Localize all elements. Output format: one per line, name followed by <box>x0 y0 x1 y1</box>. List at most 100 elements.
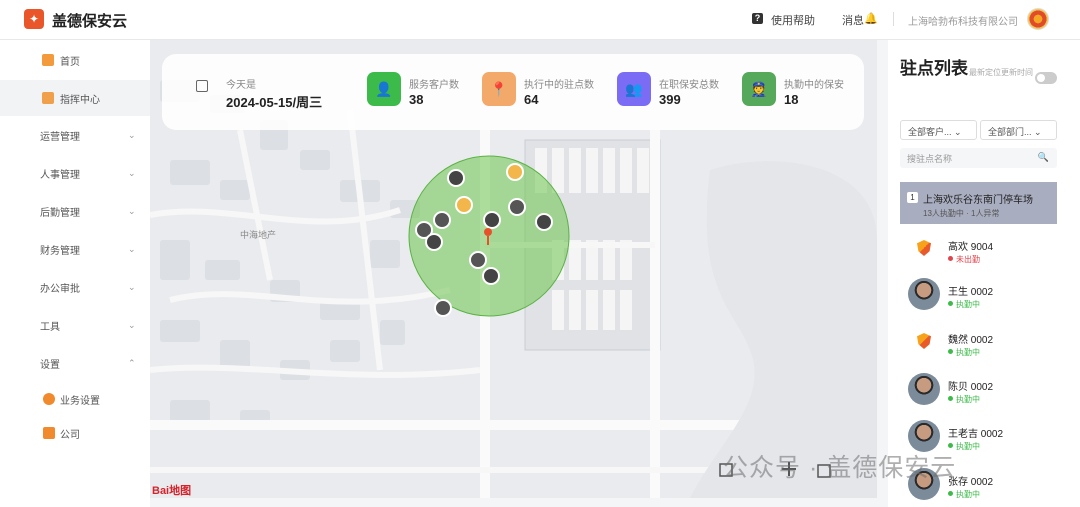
sidebar-item-label: 设置 <box>40 359 60 371</box>
chevron-down-icon: ⌄ <box>128 129 136 140</box>
sidebar-item-label: 财务管理 <box>40 245 80 257</box>
stat-label: 执勤中的保安 <box>784 80 844 91</box>
watermark: 公众号 · 盖德保安云 <box>723 454 957 482</box>
guard-item[interactable]: 魏然 0002 执勤中 <box>908 326 1058 370</box>
chevron-up-icon: ⌃ <box>128 357 136 368</box>
search-placeholder: 搜驻点名称 <box>907 154 953 164</box>
status-dot-icon <box>948 491 953 496</box>
guard-status-text: 执勤中 <box>956 490 980 499</box>
panel-title: 驻点列表 <box>900 59 968 78</box>
select-value: 全部客户... <box>908 127 952 137</box>
location-search-input[interactable]: 搜驻点名称 🔍 <box>900 148 1057 168</box>
sidebar-item-settings[interactable]: 设置 ⌃ <box>0 345 150 381</box>
sidebar-item-label: 公司 <box>60 429 80 441</box>
guard-badge-icon <box>908 326 940 358</box>
chart-icon <box>42 92 54 104</box>
sidebar-item-label: 办公审批 <box>40 283 80 295</box>
baidu-map-logo: Bai地图 <box>152 485 192 497</box>
update-time-toggle[interactable] <box>1035 72 1057 84</box>
guard-status: 未出勤 <box>948 254 980 265</box>
location-name: 上海欢乐谷东南门停车场 <box>923 195 1033 206</box>
header-divider <box>893 12 894 26</box>
stats-panel: 今天是 2024-05-15/周三 👤 服务客户数 38 📍 执行中的驻点数 6… <box>162 54 864 130</box>
sidebar-item-approval[interactable]: 办公审批 ⌄ <box>0 269 150 305</box>
messages-link[interactable]: 消息 <box>842 12 864 28</box>
guard-name: 高欢 9004 <box>948 242 994 253</box>
guard-name: 陈贝 0002 <box>948 382 994 393</box>
search-icon: 🔍 <box>1037 152 1049 162</box>
stat-value: 399 <box>659 92 681 107</box>
guard-item[interactable]: 陈贝 0002 执勤中 <box>908 373 1058 417</box>
toggle-label: 最新定位更新时间 <box>969 68 1033 77</box>
bell-icon[interactable]: 🔔 <box>864 12 878 25</box>
avatar <box>908 373 940 405</box>
calendar-icon <box>196 80 208 92</box>
sidebar-item-label: 运营管理 <box>40 131 80 143</box>
stat-label: 执行中的驻点数 <box>524 80 594 91</box>
company-icon <box>43 427 55 439</box>
stat-label: 今天是 <box>226 80 256 91</box>
guard-badge-icon <box>908 233 940 265</box>
guard-item[interactable]: 高欢 9004 未出勤 <box>908 233 1058 277</box>
help-icon[interactable]: ? <box>752 13 763 24</box>
sidebar-subitem-company[interactable]: 公司 <box>0 415 150 451</box>
sidebar-item-command-center[interactable]: 指挥中心 <box>0 80 150 116</box>
guard-status-text: 执勤中 <box>956 300 980 309</box>
chevron-down-icon: ⌄ <box>128 205 136 216</box>
guard-status: 执勤中 <box>948 299 980 310</box>
guard-icon: 👥 <box>617 72 651 106</box>
sidebar-item-label: 工具 <box>40 321 60 333</box>
select-value: 全部部门... <box>988 127 1032 137</box>
sidebar-item-hr[interactable]: 人事管理 ⌄ <box>0 155 150 191</box>
stat-value: 18 <box>784 92 799 107</box>
guard-item[interactable]: 王生 0002 执勤中 <box>908 278 1058 322</box>
guard-status: 执勤中 <box>948 394 980 405</box>
guard-name: 王老吉 0002 <box>948 429 1004 440</box>
customer-filter-select[interactable]: 全部客户... ⌄ <box>900 120 977 140</box>
stat-value: 64 <box>524 92 539 107</box>
sidebar-item-label: 业务设置 <box>60 395 100 407</box>
status-dot-icon <box>948 349 953 354</box>
user-icon: 👤 <box>367 72 401 106</box>
sidebar-item-label: 人事管理 <box>40 169 80 181</box>
help-link[interactable]: 使用帮助 <box>771 12 815 28</box>
sidebar-item-label: 后勤管理 <box>40 207 80 219</box>
sidebar-subitem-business-settings[interactable]: 业务设置 <box>0 381 150 417</box>
sidebar-item-label: 首页 <box>60 56 80 68</box>
sidebar-item-label: 指挥中心 <box>60 94 100 106</box>
user-avatar[interactable] <box>1027 8 1049 30</box>
status-dot-icon <box>948 396 953 401</box>
stat-value: 2024-05-15/周三 <box>226 95 323 110</box>
pin-icon: 📍 <box>482 72 516 106</box>
department-filter-select[interactable]: 全部部门... ⌄ <box>980 120 1057 140</box>
location-summary: 13人执勤中 · 1人异常 <box>923 209 1000 218</box>
guard-name: 王生 0002 <box>948 287 994 298</box>
guard-status: 执勤中 <box>948 489 980 500</box>
stat-value: 38 <box>409 92 424 107</box>
sidebar-item-operations[interactable]: 运营管理 ⌄ <box>0 117 150 153</box>
location-item[interactable]: 1 上海欢乐谷东南门停车场 13人执勤中 · 1人异常 <box>900 182 1057 224</box>
sidebar-item-finance[interactable]: 财务管理 ⌄ <box>0 231 150 267</box>
sidebar-item-home[interactable]: 首页 <box>0 42 150 78</box>
location-list-panel: 驻点列表 最新定位更新时间 全部客户... ⌄ 全部部门... ⌄ 搜驻点名称 … <box>888 40 1080 507</box>
home-icon <box>42 54 54 66</box>
sidebar: 首页 指挥中心 运营管理 ⌄ 人事管理 ⌄ 后勤管理 ⌄ 财务管理 ⌄ 办公审批… <box>0 40 150 507</box>
company-name: 上海哈勃布科技有限公司 <box>908 17 1018 28</box>
stat-label: 在职保安总数 <box>659 80 719 91</box>
app-logo-icon: ✦ <box>24 9 44 29</box>
stat-label: 服务客户数 <box>409 80 459 91</box>
map-place-label: 中海地产 <box>240 230 277 240</box>
location-index: 1 <box>907 192 918 203</box>
avatar <box>908 278 940 310</box>
chevron-down-icon: ⌄ <box>128 319 136 330</box>
status-dot-icon <box>948 301 953 306</box>
gear-icon <box>43 393 55 405</box>
status-dot-icon <box>948 256 953 261</box>
chevron-down-icon: ⌄ <box>128 167 136 178</box>
guard-status-text: 执勤中 <box>956 395 980 404</box>
sidebar-item-logistics[interactable]: 后勤管理 ⌄ <box>0 193 150 229</box>
duty-icon: 👮 <box>742 72 776 106</box>
guard-status-text: 执勤中 <box>956 442 980 451</box>
app-title: 盖德保安云 <box>52 13 128 30</box>
sidebar-item-tools[interactable]: 工具 ⌄ <box>0 307 150 343</box>
